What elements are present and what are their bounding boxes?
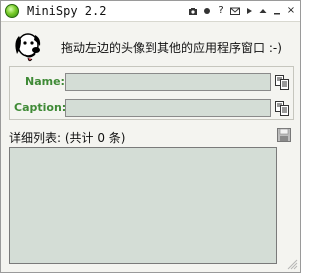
camera-icon[interactable] — [188, 4, 198, 18]
close-icon[interactable]: × — [286, 4, 296, 18]
caption-label: Caption: — [14, 101, 67, 114]
copy-caption-icon[interactable] — [274, 100, 290, 116]
detail-list-label: 详细列表: (共计 0 条) — [9, 131, 126, 145]
header: 拖动左边的头像到其他的应用程序窗口 :-) — [1, 22, 300, 64]
name-label: Name: — [25, 75, 65, 88]
target-info-group: Name: Caption: — [9, 66, 294, 120]
help-icon[interactable]: ? — [216, 4, 226, 18]
resize-grip-icon[interactable] — [286, 258, 298, 270]
save-icon[interactable] — [277, 128, 291, 142]
play-icon[interactable] — [244, 4, 254, 18]
window-title: MiniSpy 2.2 — [27, 4, 107, 18]
detail-listbox[interactable] — [9, 147, 277, 264]
title-bar[interactable]: MiniSpy 2.2 ? × — [1, 1, 300, 22]
drag-hint-text: 拖动左边的头像到其他的应用程序窗口 :-) — [61, 41, 282, 55]
title-buttons: ? × — [188, 4, 296, 18]
minimize-icon[interactable] — [272, 4, 282, 18]
app-icon — [5, 4, 19, 18]
caption-field[interactable] — [65, 99, 271, 117]
mail-icon[interactable] — [230, 4, 240, 18]
record-dot-icon[interactable] — [202, 4, 212, 18]
name-field[interactable] — [65, 73, 271, 91]
dog-head-icon[interactable] — [11, 28, 47, 64]
minispy-window: MiniSpy 2.2 ? × 拖动左边的头像到其他的应用程序窗口:-) Na… — [0, 0, 301, 273]
up-arrow-icon[interactable] — [258, 4, 268, 18]
copy-name-icon[interactable] — [274, 74, 290, 90]
